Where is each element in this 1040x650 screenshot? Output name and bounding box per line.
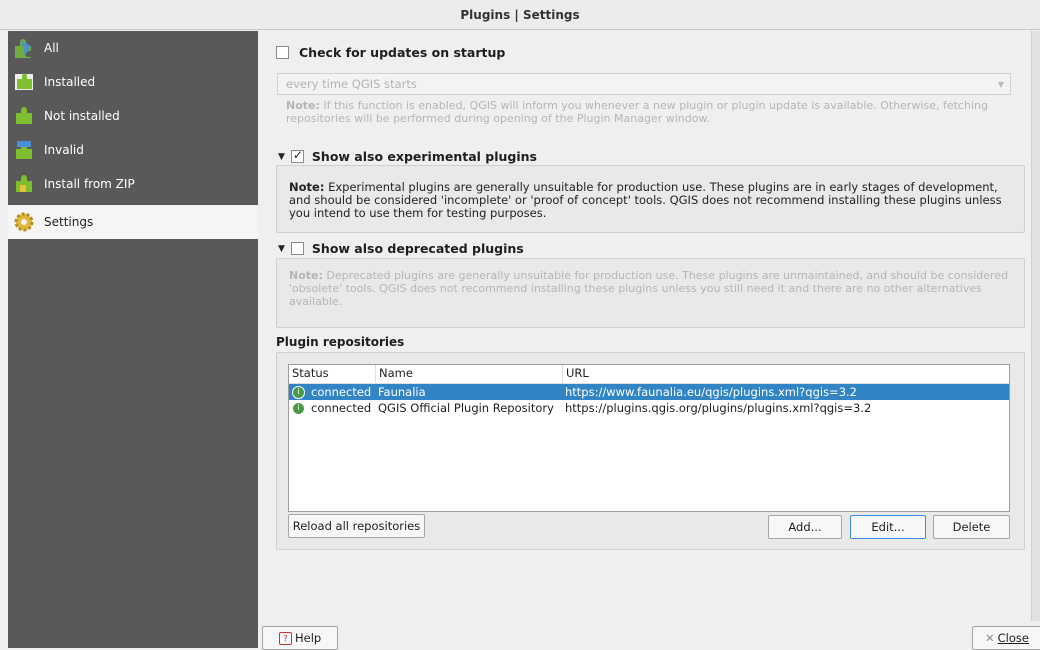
updates-note-text: If this function is enabled, QGIS will i… bbox=[286, 99, 988, 125]
row-url: https://www.faunalia.eu/qgis/plugins.xml… bbox=[565, 385, 857, 399]
row-url: https://plugins.qgis.org/plugins/plugins… bbox=[565, 401, 872, 415]
sidebar: All Installed Not installed Invalid Inst… bbox=[8, 31, 258, 648]
experimental-checkbox[interactable] bbox=[290, 148, 304, 163]
puzzle-invalid-icon bbox=[12, 138, 36, 162]
table-row[interactable]: i connected QGIS Official Plugin Reposito… bbox=[289, 400, 1009, 416]
repositories-title: Plugin repositories bbox=[276, 335, 405, 349]
experimental-label: Show also experimental plugins bbox=[311, 149, 537, 164]
deprecated-note-text: Deprecated plugins are generally unsuita… bbox=[289, 269, 1009, 308]
close-label: Close bbox=[997, 631, 1029, 645]
experimental-group: Note: Experimental plugins are generally… bbox=[276, 165, 1025, 233]
sidebar-item-all[interactable]: All bbox=[8, 31, 258, 65]
experimental-note: Note: Experimental plugins are generally… bbox=[289, 181, 1019, 220]
row-status: connected bbox=[311, 401, 372, 415]
deprecated-checkbox[interactable] bbox=[290, 242, 304, 255]
check-updates-row[interactable]: Check for updates on startup bbox=[276, 45, 505, 60]
sidebar-item-install-zip[interactable]: Install from ZIP bbox=[8, 167, 258, 201]
help-button[interactable]: ? Help bbox=[262, 626, 338, 650]
puzzle-all-icon bbox=[12, 36, 36, 60]
add-repository-button[interactable]: Add... bbox=[768, 515, 842, 539]
row-status: connected bbox=[311, 385, 372, 399]
deprecated-row[interactable]: ▼ Show also deprecated plugins bbox=[278, 241, 524, 256]
repositories-table[interactable]: Status Name URL i connected Faunalia http… bbox=[288, 364, 1010, 512]
connected-status-icon: i bbox=[292, 385, 305, 399]
check-updates-checkbox[interactable] bbox=[276, 46, 289, 59]
help-icon: ? bbox=[279, 631, 292, 645]
sidebar-item-not-installed[interactable]: Not installed bbox=[8, 99, 258, 133]
sidebar-item-settings[interactable]: Settings bbox=[8, 205, 258, 239]
sidebar-item-label: Invalid bbox=[44, 143, 84, 157]
deprecated-group: Note: Deprecated plugins are generally u… bbox=[276, 258, 1025, 328]
sidebar-item-label: All bbox=[44, 41, 59, 55]
column-header-name[interactable]: Name bbox=[376, 365, 563, 383]
deprecated-note-bold: Note: bbox=[289, 269, 323, 282]
sidebar-item-label: Settings bbox=[44, 215, 94, 229]
deprecated-note: Note: Deprecated plugins are generally u… bbox=[289, 269, 1019, 308]
window-title: Plugins | Settings bbox=[0, 0, 1040, 30]
edit-repository-button[interactable]: Edit... bbox=[850, 515, 926, 539]
collapse-triangle-icon[interactable]: ▼ bbox=[278, 152, 285, 162]
sidebar-item-invalid[interactable]: Invalid bbox=[8, 133, 258, 167]
settings-panel: Check for updates on startup every time … bbox=[262, 31, 1032, 648]
experimental-row[interactable]: ▼ Show also experimental plugins bbox=[278, 148, 537, 164]
puzzle-installed-icon bbox=[12, 70, 36, 94]
check-updates-label: Check for updates on startup bbox=[299, 45, 506, 60]
collapse-triangle-icon[interactable]: ▼ bbox=[278, 244, 285, 254]
vertical-scrollbar[interactable] bbox=[1031, 31, 1040, 621]
experimental-note-text: Experimental plugins are generally unsui… bbox=[289, 180, 1002, 220]
row-name: QGIS Official Plugin Repository bbox=[378, 401, 554, 415]
puzzle-zip-icon bbox=[12, 172, 36, 196]
updates-note-bold: Note: bbox=[286, 99, 320, 112]
column-header-status[interactable]: Status bbox=[289, 365, 376, 383]
connected-status-icon: i bbox=[292, 401, 305, 415]
sidebar-item-installed[interactable]: Installed bbox=[8, 65, 258, 99]
row-name: Faunalia bbox=[378, 385, 426, 399]
experimental-note-bold: Note: bbox=[289, 180, 325, 194]
table-header: Status Name URL bbox=[289, 365, 1009, 384]
reload-repositories-button[interactable]: Reload all repositories bbox=[288, 514, 425, 538]
sidebar-item-label: Install from ZIP bbox=[44, 177, 135, 191]
deprecated-label: Show also deprecated plugins bbox=[311, 241, 524, 256]
sidebar-item-label: Not installed bbox=[44, 109, 120, 123]
puzzle-not-installed-icon bbox=[12, 104, 36, 128]
delete-repository-button[interactable]: Delete bbox=[933, 515, 1010, 539]
updates-note: Note: If this function is enabled, QGIS … bbox=[286, 99, 1016, 125]
sidebar-item-label: Installed bbox=[44, 75, 96, 89]
table-row[interactable]: i connected Faunalia https://www.faunalia… bbox=[289, 384, 1009, 400]
close-icon: ✕ bbox=[985, 631, 995, 645]
update-frequency-select[interactable]: every time QGIS starts ▼ bbox=[277, 73, 1011, 95]
chevron-down-icon: ▼ bbox=[997, 80, 1004, 89]
help-label: Help bbox=[295, 631, 322, 645]
column-header-url[interactable]: URL bbox=[563, 365, 1009, 383]
update-frequency-value: every time QGIS starts bbox=[286, 77, 417, 91]
gear-icon bbox=[12, 210, 36, 234]
close-button[interactable]: ✕ Close bbox=[972, 626, 1040, 650]
